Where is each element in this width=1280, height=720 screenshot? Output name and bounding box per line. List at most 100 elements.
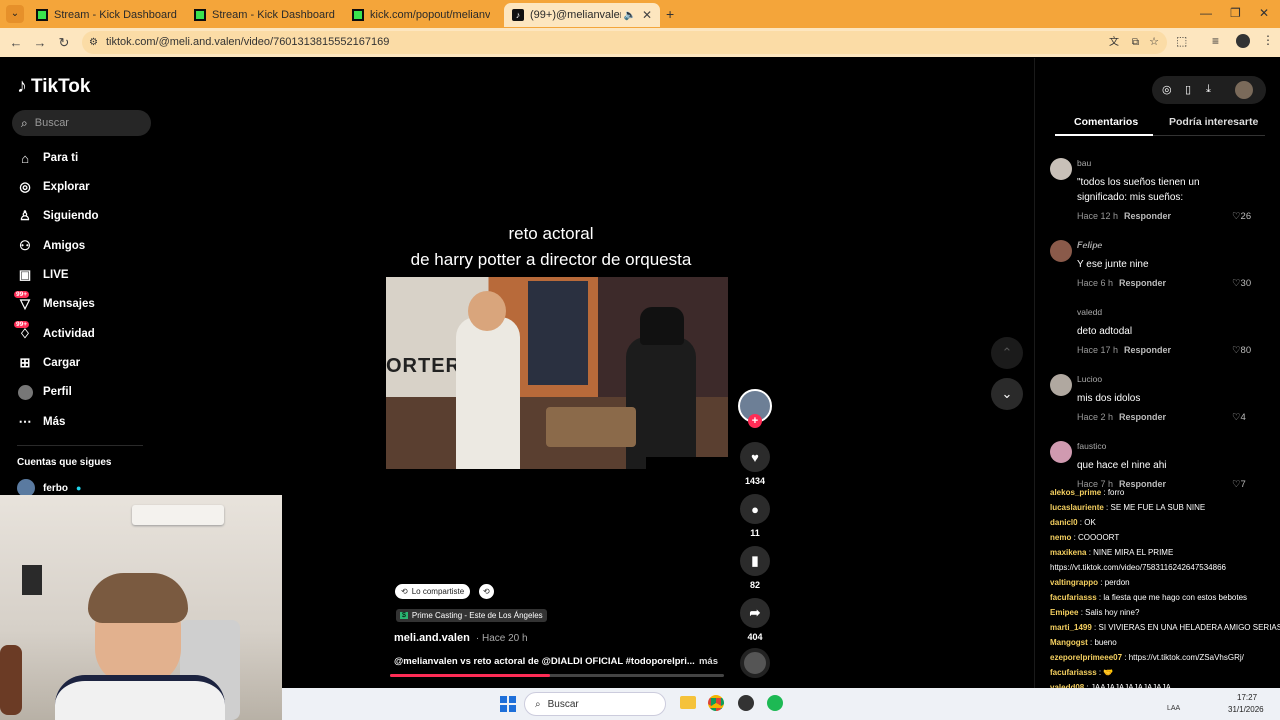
back-icon[interactable]: ←: [4, 35, 28, 50]
clock-date[interactable]: 31/1/2026: [1228, 705, 1264, 714]
browser-menu-icon[interactable]: ⋮: [1262, 33, 1274, 47]
comment-like[interactable]: ♡26: [1232, 211, 1251, 222]
close-icon[interactable]: ✕: [177, 8, 182, 22]
more-link[interactable]: más: [699, 656, 718, 667]
tab-groups-icon[interactable]: ≡: [1212, 34, 1219, 48]
sidebar-item-para-ti[interactable]: ⌂ Para ti: [17, 148, 78, 168]
new-tab-button[interactable]: +: [666, 6, 674, 22]
spotify-icon[interactable]: [767, 695, 783, 711]
sidebar-item-siguiendo[interactable]: ♙ Siguiendo: [17, 206, 98, 226]
comment-user[interactable]: valedd: [1077, 307, 1102, 317]
sidebar-item-perfil[interactable]: Perfil: [17, 382, 72, 402]
comment-time: Hace 12 h: [1077, 211, 1119, 221]
comment-like[interactable]: ♡80: [1232, 345, 1251, 356]
author-name[interactable]: meli.and.valen: [394, 632, 470, 644]
person-left-head: [468, 291, 506, 331]
comment-user[interactable]: bau: [1077, 158, 1091, 168]
tab-podria-interesarte[interactable]: Podría interesarte: [1169, 116, 1258, 128]
clock-time[interactable]: 17:27: [1237, 693, 1257, 702]
repost-button[interactable]: ⟲: [479, 584, 494, 599]
bookmark-star-icon[interactable]: ☆: [1149, 31, 1159, 54]
comment-user[interactable]: faustico: [1077, 441, 1106, 451]
browser-tab[interactable]: Stream - Kick Dashboard ✕: [186, 3, 340, 27]
avatar[interactable]: [1050, 307, 1072, 329]
avatar[interactable]: [1050, 374, 1072, 396]
close-icon[interactable]: ✕: [335, 8, 340, 22]
download-icon[interactable]: ⤓: [1206, 83, 1211, 96]
site-info-icon[interactable]: ⚙: [89, 31, 98, 54]
browser-tab-active[interactable]: ♪ (99+)@melianvalen vs reto 🔈 ✕: [504, 3, 660, 27]
music-disc[interactable]: [740, 648, 770, 678]
video-progress-track[interactable]: [390, 674, 724, 677]
share-count: 404: [747, 632, 763, 642]
url-field[interactable]: ⚙ tiktok.com/@meli.and.valen/video/76013…: [82, 31, 1167, 54]
avatar[interactable]: [1235, 81, 1253, 99]
tab-comentarios[interactable]: Comentarios: [1074, 116, 1138, 128]
browser-tab[interactable]: Stream - Kick Dashboard ✕: [28, 3, 182, 27]
sidebar-item-cargar[interactable]: ⊞ Cargar: [17, 353, 81, 373]
compass-icon[interactable]: ◎: [1162, 83, 1172, 96]
streamer-shirt: [55, 675, 225, 720]
heart-icon: ♡: [1232, 278, 1241, 289]
heart-icon: ♡: [1232, 412, 1241, 423]
follow-plus-button[interactable]: +: [748, 414, 762, 428]
sidebar-item-explorar[interactable]: ◎ Explorar: [17, 177, 89, 197]
shared-pill[interactable]: ⟲ Lo compartiste: [395, 584, 471, 599]
avatar[interactable]: [1050, 158, 1072, 180]
minimize-button[interactable]: —: [1200, 6, 1212, 20]
tab-title: (99+)@melianvalen vs reto: [530, 9, 622, 21]
translate-icon[interactable]: 文: [1109, 31, 1119, 54]
taskbar-search[interactable]: ⌕ Buscar: [524, 692, 666, 716]
start-icon[interactable]: [500, 696, 516, 712]
more-icon: ⋯: [18, 414, 32, 429]
comment-like[interactable]: ♡4: [1232, 412, 1246, 423]
extensions-icon[interactable]: ⬚: [1176, 34, 1187, 48]
sidebar-item-amigos[interactable]: ⚇ Amigos: [17, 236, 85, 256]
avatar[interactable]: [1050, 240, 1072, 262]
sidebar-item-mas[interactable]: ⋯ Más: [17, 412, 66, 432]
like-button[interactable]: ♥ 1434: [738, 442, 772, 486]
search-placeholder: Buscar: [34, 117, 69, 129]
reply-button[interactable]: Responder: [1119, 412, 1166, 422]
reload-icon[interactable]: ↻: [52, 35, 76, 51]
search-input[interactable]: ⌕ Buscar: [12, 110, 151, 136]
forward-icon[interactable]: →: [28, 35, 52, 50]
reply-button[interactable]: Responder: [1119, 278, 1166, 288]
speaker-icon[interactable]: 🔈: [623, 10, 635, 21]
chat-user: nemo: [1050, 533, 1072, 542]
obs-icon[interactable]: [738, 695, 754, 711]
close-icon[interactable]: ✕: [636, 8, 652, 22]
maximize-button[interactable]: ❐: [1230, 6, 1241, 20]
comment-user[interactable]: 𝑭𝒆𝒍𝒊𝒑𝒆: [1077, 240, 1102, 251]
windows-taskbar: ⌕ Buscar LAA 17:27 31/1/2026: [282, 688, 1280, 720]
reply-button[interactable]: Responder: [1124, 211, 1171, 221]
browser-tab[interactable]: kick.com/popout/melianvalen/c: [344, 3, 502, 27]
close-window-button[interactable]: ✕: [1259, 6, 1269, 20]
avatar[interactable]: [1050, 441, 1072, 463]
comment-like[interactable]: ♡30: [1232, 278, 1251, 289]
scroll-up-button[interactable]: ⌃: [991, 337, 1023, 369]
comment-button[interactable]: ● 11: [738, 494, 772, 538]
profile-icon: [17, 384, 33, 400]
tab-search-button[interactable]: ⌄: [6, 5, 24, 23]
comment-user[interactable]: Lucioo: [1077, 374, 1102, 384]
file-explorer-icon[interactable]: [680, 696, 696, 709]
video-frame[interactable]: ORTERIX: [386, 277, 728, 469]
reply-button[interactable]: Responder: [1124, 345, 1171, 355]
sidebar-item-live[interactable]: ▣ LIVE: [17, 265, 69, 285]
sidebar-item-mensajes[interactable]: ▽ 99+ Mensajes: [14, 291, 95, 314]
language-indicator[interactable]: LAA: [1167, 705, 1180, 712]
save-button[interactable]: ▮ 82: [738, 546, 772, 590]
scroll-down-button[interactable]: ⌄: [991, 378, 1023, 410]
chat-text: OK: [1084, 518, 1096, 527]
install-icon[interactable]: ⧉: [1132, 31, 1139, 54]
device-icon[interactable]: ▯: [1185, 83, 1191, 96]
share-button[interactable]: ➦ 404: [738, 598, 772, 642]
location-tag[interactable]: $ Prime Casting - Este de Los Ángeles: [396, 609, 547, 622]
chat-message: facufariasss : la fiesta que me hago con…: [1050, 593, 1248, 602]
tiktok-logo[interactable]: ♪ TikTok: [17, 75, 90, 98]
profile-avatar[interactable]: [1236, 34, 1250, 48]
sidebar-item-actividad[interactable]: ♢ 99+ Actividad: [14, 321, 95, 344]
chrome-icon[interactable]: [708, 695, 724, 711]
chat-user: lucaslauriente: [1050, 503, 1104, 512]
